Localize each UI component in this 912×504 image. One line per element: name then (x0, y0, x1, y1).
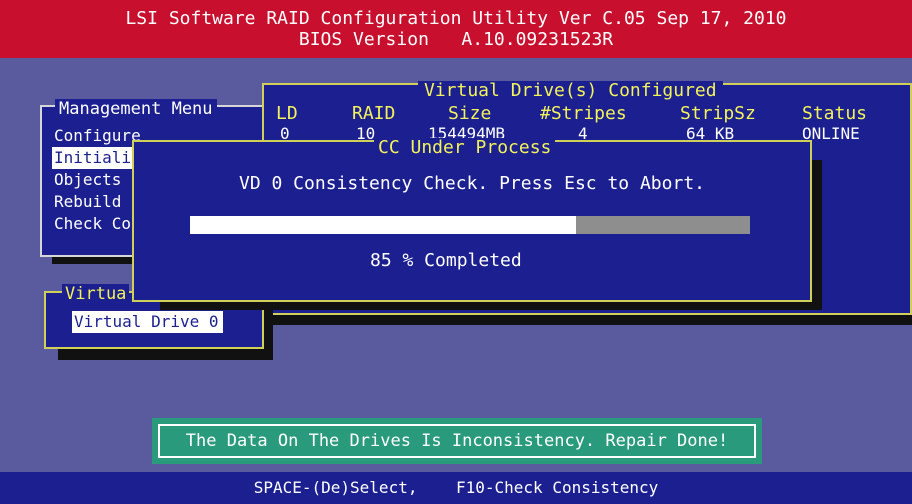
management-menu-title: Management Menu (55, 99, 217, 119)
menu-item-objects[interactable]: Objects (54, 169, 121, 191)
status-bar: SPACE-(De)Select, F10-Check Consistency (0, 472, 912, 504)
virtual-drives-title: Virtua (62, 284, 130, 304)
bios-version: BIOS Version A.10.09231523R (298, 29, 614, 50)
column-header-stripes: #Stripes (540, 103, 627, 124)
menu-item-configure[interactable]: Configure (54, 125, 141, 147)
menu-item-initialize[interactable]: Initiali (52, 147, 136, 169)
app-title: LSI Software RAID Configuration Utility … (125, 8, 787, 29)
menu-item-rebuild[interactable]: Rebuild (54, 191, 121, 213)
column-header-stripsz: StripSz (680, 103, 756, 124)
progress-bar-fill (190, 216, 576, 234)
progress-bar (190, 216, 750, 234)
column-header-size: Size (448, 103, 492, 124)
column-header-status: Status (802, 103, 868, 124)
cc-dialog-title: CC Under Process (374, 138, 556, 158)
column-header-ld: LD (276, 103, 298, 124)
title-bar: LSI Software RAID Configuration Utility … (0, 0, 912, 58)
result-message: The Data On The Drives Is Inconsistency.… (158, 424, 756, 458)
virtual-drive-item[interactable]: Virtual Drive 0 (72, 311, 223, 333)
menu-item-check-consistency[interactable]: Check Co (54, 213, 131, 235)
cc-dialog-message: VD 0 Consistency Check. Press Esc to Abo… (239, 173, 705, 194)
column-header-raid: RAID (352, 103, 396, 124)
progress-text: 85 % Completed (370, 250, 522, 271)
virtual-drives-configured-title: Virtual Drive(s) Configured (418, 81, 723, 101)
